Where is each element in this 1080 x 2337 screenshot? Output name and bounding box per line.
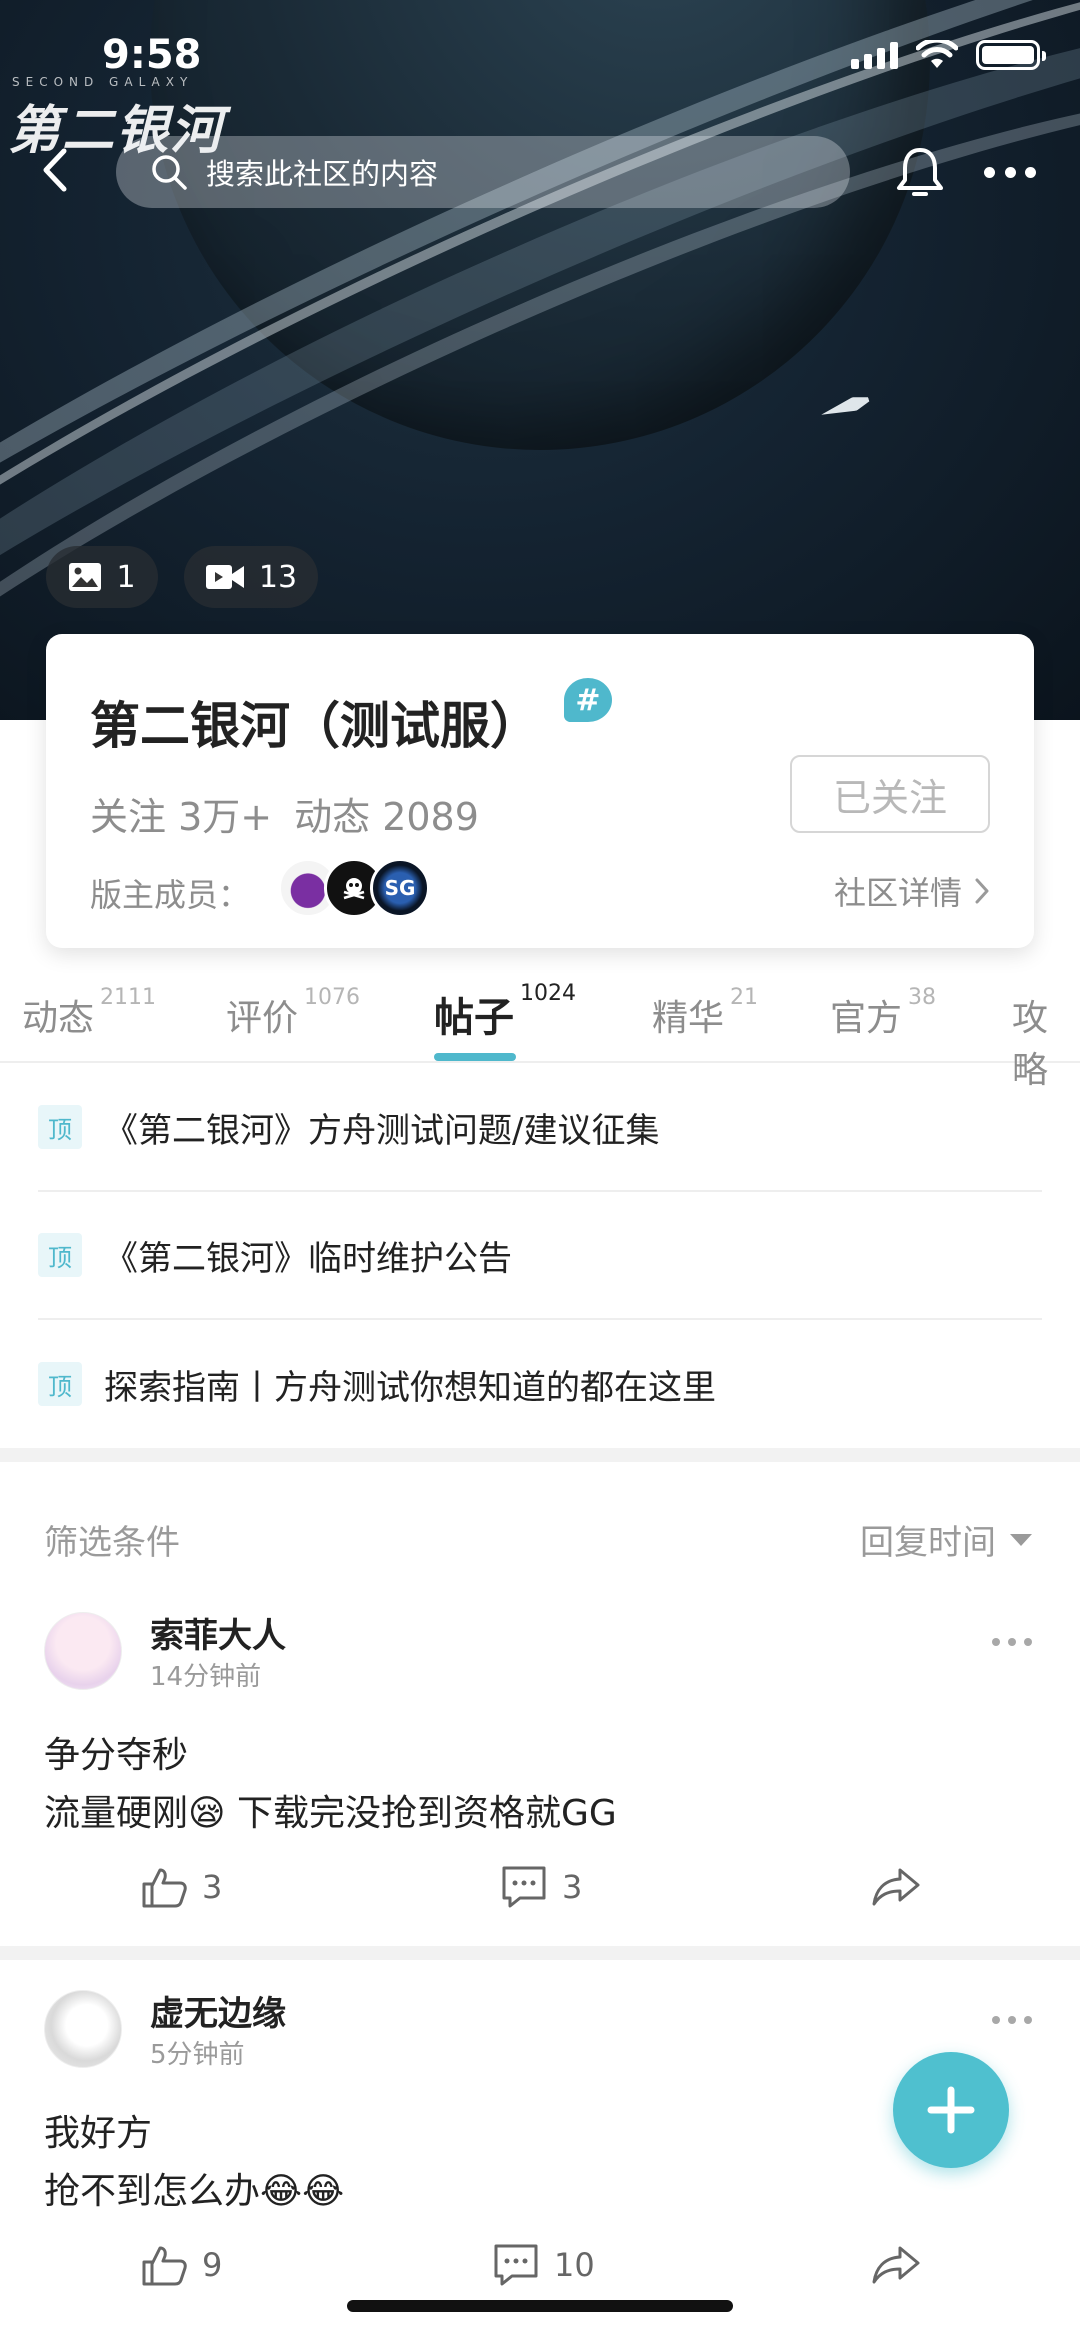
community-title: 第二银河（测试服） (90, 697, 540, 755)
comment-count: 3 (562, 1868, 583, 1906)
comment-icon (494, 2244, 538, 2286)
pinned-title: 探索指南丨方舟测试你想知道的都在这里 (104, 1367, 716, 1408)
tab-reviews[interactable]: 评价 1076 (226, 985, 360, 1041)
search-icon (152, 155, 187, 190)
section-divider (0, 1448, 1080, 1462)
sort-label: 回复时间 (860, 1523, 996, 1563)
comment-button[interactable]: 3 (500, 1864, 582, 1910)
post-count: 动态 2089 (294, 795, 479, 839)
active-tab-indicator (434, 1053, 516, 1061)
video-count: 13 (258, 559, 298, 595)
like-button[interactable]: 3 (140, 1864, 222, 1910)
community-stats: 关注 3万+ 动态 2089 (90, 786, 479, 841)
community-banner: SECOND GALAXY 第二银河 (0, 0, 1080, 720)
pinned-title: 《第二银河》方舟测试问题/建议征集 (104, 1110, 660, 1151)
post-more-button[interactable] (992, 1638, 1032, 1650)
video-gallery-button[interactable]: 13 (184, 546, 318, 608)
post-card[interactable]: 索菲大人 14分钟前 争分夺秒 流量硬刚😪 下载完没抢到资格就GG 3 3 (0, 1600, 1080, 1940)
pinned-post[interactable]: 顶 《第二银河》临时维护公告 (38, 1192, 1042, 1320)
battery-icon (976, 40, 1046, 70)
comment-count: 10 (554, 2246, 595, 2284)
share-icon (872, 2246, 920, 2284)
avatar[interactable]: SG (370, 858, 430, 918)
share-icon (872, 1868, 920, 1906)
image-gallery-button[interactable]: 1 (46, 546, 158, 608)
tab-dynamics[interactable]: 动态 2111 (22, 985, 156, 1041)
section-tabs: 动态 2111 评价 1076 帖子 1024 精华 21 官方 38 攻略 (0, 975, 1080, 1091)
post-author[interactable]: 索菲大人 (150, 1608, 286, 1657)
moderators-label: 版主成员： (90, 876, 251, 914)
wifi-icon (916, 40, 958, 68)
tab-posts[interactable]: 帖子 1024 (434, 981, 576, 1043)
more-options-button[interactable] (978, 150, 1042, 194)
new-post-button[interactable] (893, 2052, 1009, 2168)
chevron-left-icon (43, 148, 67, 192)
share-button[interactable] (870, 1866, 922, 1908)
moderator-avatars[interactable]: SG (278, 858, 430, 918)
post-time: 14分钟前 (150, 1662, 262, 1692)
pinned-post[interactable]: 顶 探索指南丨方舟测试你想知道的都在这里 (38, 1320, 1042, 1448)
avatar[interactable] (44, 1612, 122, 1690)
post-more-button[interactable] (992, 2016, 1032, 2028)
tab-featured[interactable]: 精华 21 (652, 985, 758, 1041)
pinned-title: 《第二银河》临时维护公告 (104, 1238, 512, 1279)
notification-button[interactable] (890, 140, 950, 204)
sort-dropdown[interactable]: 回复时间 (860, 1515, 1032, 1564)
follow-button[interactable]: 已关注 (790, 755, 990, 833)
comment-button[interactable]: 10 (492, 2242, 595, 2288)
post-time: 5分钟前 (150, 2040, 245, 2070)
status-icons (851, 40, 1046, 70)
community-info-card: 第二银河（测试服） # 关注 3万+ 动态 2089 已关注 版主成员： SG 社… (46, 634, 1034, 948)
filter-button[interactable]: 筛选条件 (44, 1515, 180, 1564)
like-count: 9 (202, 2246, 223, 2284)
share-button[interactable] (870, 2244, 922, 2286)
status-time: 9:58 (102, 32, 202, 78)
cellular-signal-icon (851, 41, 898, 69)
thumbs-up-icon (142, 2246, 187, 2286)
community-detail-link[interactable]: 社区详情 (834, 868, 990, 914)
post-text-line: 抢不到怎么办😂😂 (44, 2171, 345, 2212)
home-indicator (347, 2300, 733, 2312)
pinned-post[interactable]: 顶 《第二银河》方舟测试问题/建议征集 (38, 1064, 1042, 1192)
plus-icon (927, 2086, 975, 2134)
post-text-line: 流量硬刚😪 下载完没抢到资格就GG (44, 1793, 617, 1834)
follower-count: 关注 3万+ (90, 795, 273, 839)
image-icon (69, 563, 102, 591)
caret-down-icon (1010, 1533, 1032, 1546)
section-divider (0, 1946, 1080, 1960)
video-icon (205, 565, 244, 589)
chevron-right-icon (975, 878, 989, 904)
post-text-line: 我好方 (44, 2113, 153, 2154)
post-author[interactable]: 虚无边缘 (150, 1986, 286, 2035)
search-input[interactable]: 搜索此社区的内容 (116, 136, 850, 208)
like-count: 3 (202, 1868, 223, 1906)
search-placeholder: 搜索此社区的内容 (206, 157, 439, 191)
back-button[interactable] (30, 140, 80, 200)
avatar[interactable] (44, 1990, 122, 2068)
topic-hash-icon: # (564, 678, 612, 722)
image-count: 1 (116, 559, 136, 595)
pinned-badge: 顶 (38, 1362, 82, 1406)
tab-official[interactable]: 官方 38 (830, 985, 936, 1041)
like-button[interactable]: 9 (140, 2242, 222, 2288)
thumbs-up-icon (142, 1868, 187, 1908)
comment-icon (502, 1866, 546, 1908)
post-text-line: 争分夺秒 (44, 1735, 189, 1776)
pinned-badge: 顶 (38, 1105, 82, 1149)
bell-icon (897, 148, 943, 196)
pinned-badge: 顶 (38, 1233, 82, 1277)
skull-icon (343, 878, 365, 900)
